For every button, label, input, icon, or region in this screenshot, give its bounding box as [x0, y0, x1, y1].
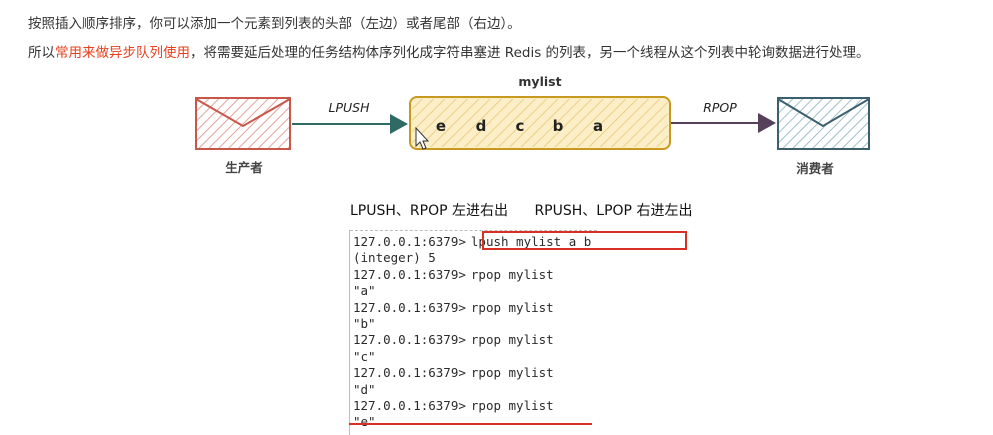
terminal-prompt: 127.0.0.1:6379>	[353, 398, 466, 413]
terminal-prompt: 127.0.0.1:6379>	[353, 266, 466, 282]
terminal-prompt: 127.0.0.1:6379>	[353, 234, 466, 249]
redis-keyword: Redis	[504, 45, 542, 61]
terminal-command-line: 127.0.0.1:6379> rpop mylist	[353, 332, 554, 348]
terminal-output-line: (integer) 5	[353, 250, 436, 266]
terminal-command-line: 127.0.0.1:6379> rpop mylist	[353, 398, 554, 414]
terminal-output-line: "c"	[353, 348, 376, 364]
producer-envelope-icon	[195, 97, 291, 150]
caption-text-2: 右进左出	[636, 203, 693, 219]
list-element: c	[516, 117, 525, 135]
caption-text-1: 左进右出	[452, 203, 508, 219]
terminal-command: rpop mylist	[470, 299, 554, 315]
terminal-command: rpop mylist	[470, 332, 554, 348]
list-name-label: mylist	[518, 74, 561, 89]
list-element: e	[436, 117, 446, 135]
queue-diagram: 生产者 LPUSH mylist e d c b a RPOP 消费者	[195, 74, 870, 176]
terminal-command: rpop mylist	[470, 365, 554, 381]
terminal-command-line: 127.0.0.1:6379> rpop mylist	[353, 365, 554, 381]
caption-cmds-2: RPUSH、LPOP	[534, 203, 632, 219]
redis-cli-terminal: 127.0.0.1:6379>lpush mylist a b c d e(in…	[349, 230, 597, 435]
terminal-command: rpop mylist	[470, 398, 554, 413]
lpush-label: LPUSH	[329, 100, 371, 115]
terminal-prompt: 127.0.0.1:6379>	[353, 365, 466, 381]
terminal-prompt: 127.0.0.1:6379>	[353, 299, 466, 315]
terminal-command: rpop mylist	[470, 266, 554, 282]
highlighted-text: 常用来做异步队列使用	[55, 45, 190, 61]
list-element: a	[593, 117, 603, 135]
list-element: b	[553, 117, 564, 135]
consumer-label: 消费者	[796, 161, 834, 176]
producer-label: 生产者	[225, 160, 263, 175]
queue-usage-paragraph: 所以常用来做异步队列使用，将需要延后处理的任务结构体序列化成字符串塞进 Redi…	[28, 41, 870, 61]
list-element: d	[476, 117, 487, 135]
output-underline	[349, 423, 592, 425]
text-suffix: 的列表，另一个线程从这个列表中轮询数据进行处理。	[541, 45, 870, 61]
caption: LPUSH、RPOP 左进右出 RPUSH、LPOP 右进左出	[350, 200, 692, 220]
text-middle: ，将需要延后处理的任务结构体序列化成字符串塞进	[190, 45, 505, 61]
terminal-output-line: "b"	[353, 316, 376, 331]
rpop-label: RPOP	[703, 100, 737, 115]
terminal-output-line: "a"	[353, 283, 376, 299]
terminal-output-line: "d"	[353, 381, 376, 397]
consumer-envelope-icon	[777, 97, 870, 150]
terminal-command-line: 127.0.0.1:6379> rpop mylist	[353, 267, 554, 283]
terminal-prompt: 127.0.0.1:6379>	[353, 332, 466, 348]
intro-paragraph: 按照插入顺序排序，你可以添加一个元素到列表的头部（左边）或者尾部（右边）。	[28, 16, 521, 32]
text-prefix: 所以	[28, 45, 55, 61]
caption-cmds-1: LPUSH、RPOP	[350, 203, 448, 219]
terminal-command-line: 127.0.0.1:6379> rpop mylist	[353, 300, 554, 316]
command-highlight-box	[482, 231, 687, 250]
